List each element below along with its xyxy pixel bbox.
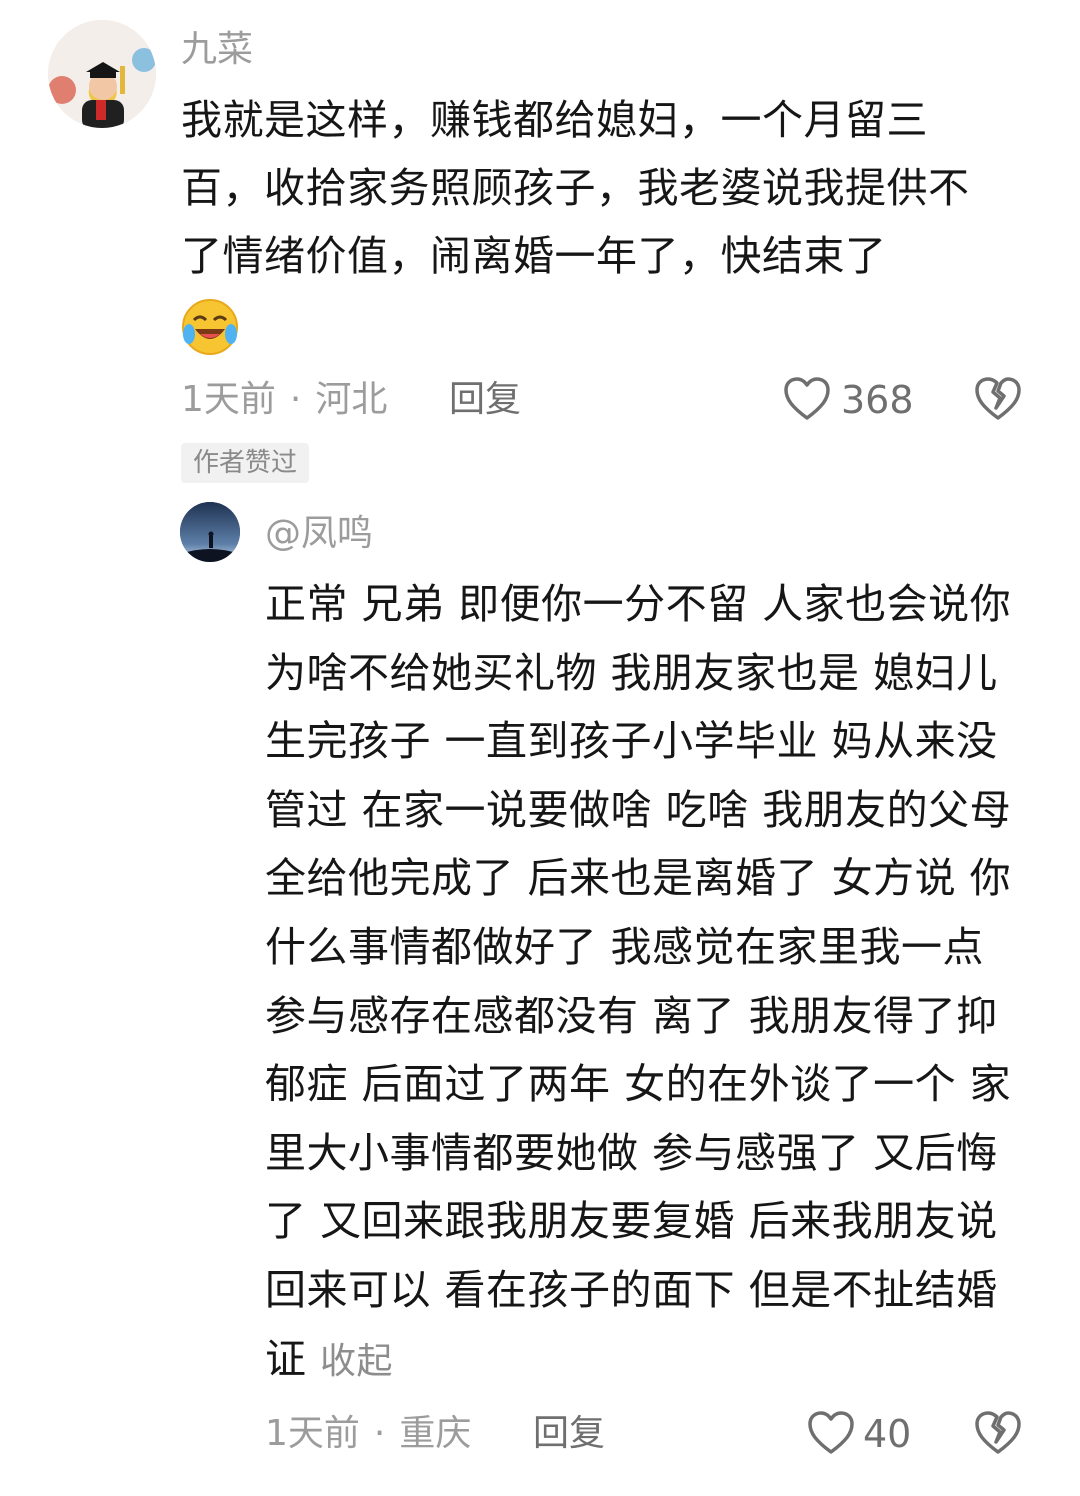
heart-outline-icon [808,1411,854,1454]
separator-dot: · [289,379,302,420]
collapse-button[interactable]: 收起 [320,1341,393,1382]
like-count: 368 [841,378,914,422]
avatar[interactable] [48,20,156,128]
author-liked-badge: 作者赞过 [181,443,310,483]
reply-like-button[interactable] [806,1408,856,1462]
reply-username[interactable]: @凤鸣 [265,510,373,558]
separator-dot: · [373,1413,386,1454]
comment-text: 我就是这样，赚钱都给媳妇，一个月留三百，收拾家务照顾孩子，我老婆说我提供不了情绪… [181,96,970,280]
dislike-button[interactable] [973,374,1023,428]
comment-meta: 1天前 · 河北 [181,376,387,424]
comment-time: 1天前 [181,379,276,420]
comment-username[interactable]: 九菜 [181,26,253,74]
like-button[interactable] [782,374,832,428]
reply-text-block: 正常 兄弟 即便你一分不留 人家也会说你 为啥不给她买礼物 我朋友家也是 媳妇儿… [265,570,1025,1396]
reply-time: 1天前 [265,1413,360,1454]
reply-reply-button[interactable]: 回复 [533,1410,605,1458]
reply-like-count: 40 [863,1412,912,1456]
broken-heart-icon [975,1411,1021,1454]
reply-text: 正常 兄弟 即便你一分不留 人家也会说你 为啥不给她买礼物 我朋友家也是 媳妇儿… [265,580,1012,1383]
broken-heart-icon [975,377,1021,420]
laughing-crying-emoji-icon [181,298,239,356]
reply-location: 重庆 [399,1413,472,1454]
reply-avatar[interactable] [180,502,240,562]
heart-outline-icon [784,377,830,420]
reply-dislike-button[interactable] [973,1408,1023,1462]
reply-meta: 1天前 · 重庆 [265,1410,471,1458]
comment-location: 河北 [315,379,388,420]
reply-button[interactable]: 回复 [449,376,521,424]
